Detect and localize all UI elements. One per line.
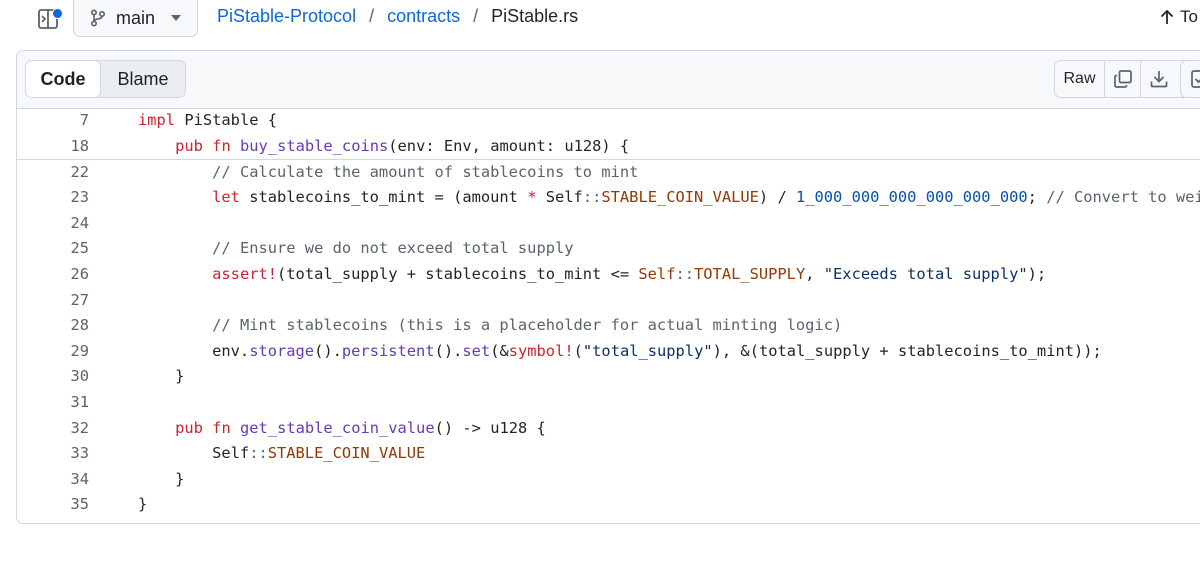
code-text: // Mint stablecoins (this is a placehold… [212, 316, 843, 335]
sidebar-toggle-button[interactable] [35, 6, 63, 32]
line-number[interactable]: 7 [17, 108, 89, 134]
chevron-down-icon [171, 15, 182, 21]
download-icon [1150, 71, 1168, 88]
line-number[interactable]: 22 [17, 160, 89, 186]
breadcrumb-repo-link[interactable]: PiStable-Protocol [217, 6, 356, 27]
line-number[interactable]: 34 [17, 467, 89, 493]
arrow-up-icon [1160, 9, 1174, 24]
breadcrumb-separator: / [369, 6, 375, 26]
line-number[interactable]: 32 [17, 416, 89, 442]
copy-icon [1113, 70, 1132, 88]
code-line: 22 // Calculate the amount of stablecoin… [17, 160, 1200, 186]
code-text: } [138, 469, 185, 488]
branch-selector-button[interactable]: main [73, 0, 198, 37]
raw-button[interactable]: Raw [1055, 61, 1105, 97]
code-line: 24 [17, 211, 1200, 237]
tab-blame[interactable]: Blame [101, 61, 185, 97]
more-actions-button[interactable] [1180, 60, 1200, 98]
notification-dot [52, 8, 63, 19]
view-mode-toggle: Code Blame [25, 60, 186, 98]
breadcrumb: PiStable-Protocol / contracts / PiStable… [217, 6, 578, 27]
code-text: impl PiStable { [138, 111, 278, 129]
line-number[interactable]: 27 [17, 288, 89, 314]
code-text: // Ensure we do not exceed total supply [212, 239, 574, 258]
line-number[interactable]: 26 [17, 262, 89, 288]
code-line: 34 } [17, 467, 1200, 493]
code-text: pub fn get_stable_coin_value() -> u128 { [175, 418, 546, 437]
code-line: 29 env.storage().persistent().set(&symbo… [17, 339, 1200, 365]
file-toolbar: Code Blame Raw [17, 51, 1200, 109]
line-number[interactable]: 35 [17, 492, 89, 518]
line-number[interactable]: 30 [17, 364, 89, 390]
line-number[interactable]: 33 [17, 441, 89, 467]
code-line: 23 let stablecoins_to_mint = (amount * S… [17, 185, 1200, 211]
line-number[interactable]: 24 [17, 211, 89, 237]
code-line: 7 impl PiStable { [17, 108, 1200, 134]
file-actions-group: Raw [1054, 60, 1194, 98]
code-text: } [138, 495, 148, 514]
code-line: 18 pub fn buy_stable_coins(env: Env, amo… [17, 134, 1200, 160]
breadcrumb-file-name: PiStable.rs [491, 6, 579, 26]
code-text: assert!(total_supply + stablecoins_to_mi… [212, 264, 1047, 283]
breadcrumb-separator: / [473, 6, 479, 26]
code-line: 27 [17, 288, 1200, 314]
code-text: let stablecoins_to_mint = (amount * Self… [212, 188, 1200, 207]
code-view: 7 impl PiStable { 18 pub fn buy_stable_coi… [17, 108, 1200, 518]
code-text: env.storage().persistent().set(&symbol!(… [138, 341, 1102, 360]
breadcrumb-dir-link[interactable]: contracts [387, 6, 460, 27]
copy-button[interactable] [1105, 61, 1141, 97]
code-text: // Calculate the amount of stablecoins t… [212, 162, 639, 181]
branch-name: main [116, 7, 156, 28]
code-text: } [138, 367, 185, 386]
code-line: 26 assert!(total_supply + stablecoins_to… [17, 262, 1200, 288]
top-button[interactable]: To [1160, 7, 1198, 27]
line-number[interactable]: 31 [17, 390, 89, 416]
top-button-label: To [1180, 7, 1198, 26]
code-text: Self::STABLE_COIN_VALUE [138, 444, 426, 463]
code-line: 30 } [17, 364, 1200, 390]
code-line: 35} [17, 492, 1200, 518]
code-line: 28 // Mint stablecoins (this is a placeh… [17, 313, 1200, 339]
code-line: 25 // Ensure we do not exceed total supp… [17, 236, 1200, 262]
line-number[interactable]: 23 [17, 185, 89, 211]
git-branch-icon [90, 9, 106, 27]
code-text: pub fn buy_stable_coins(env: Env, amount… [175, 136, 630, 155]
file-header-bar: main PiStable-Protocol / contracts / PiS… [0, 0, 1200, 37]
code-line: 32 pub fn get_stable_coin_value() -> u12… [17, 416, 1200, 442]
line-number[interactable]: 18 [17, 134, 89, 160]
checklist-icon [1191, 70, 1200, 88]
tab-code[interactable]: Code [26, 61, 101, 97]
code-line: 31 [17, 390, 1200, 416]
line-number[interactable]: 25 [17, 236, 89, 262]
line-number[interactable]: 28 [17, 313, 89, 339]
line-number[interactable]: 29 [17, 339, 89, 365]
code-line: 33 Self::STABLE_COIN_VALUE [17, 441, 1200, 467]
file-viewer-panel: Code Blame Raw 7 impl PiStable {18 pub … [16, 50, 1200, 524]
download-button[interactable] [1141, 61, 1177, 97]
